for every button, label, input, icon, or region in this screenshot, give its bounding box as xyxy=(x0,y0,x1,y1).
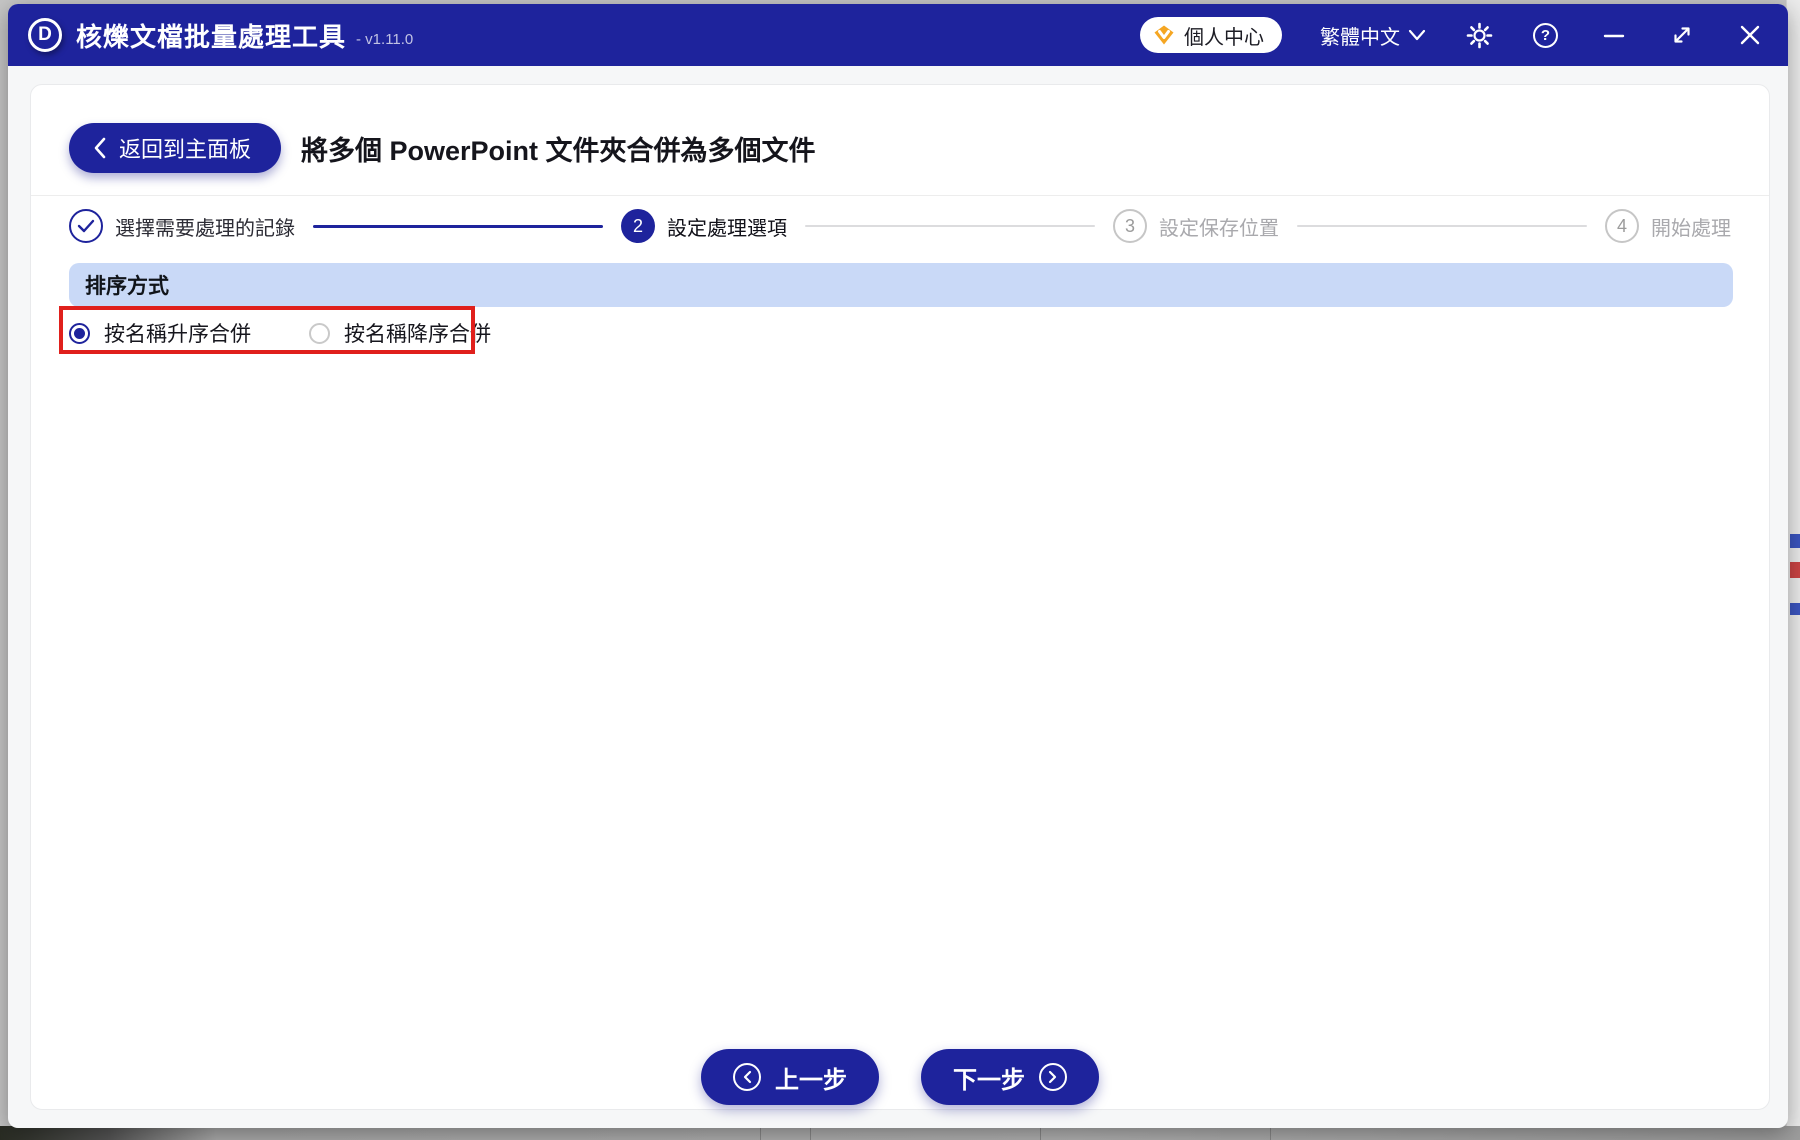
radio-selected-icon xyxy=(69,322,90,344)
step-number-badge: 4 xyxy=(1605,209,1639,243)
account-center-label: 個人中心 xyxy=(1184,26,1264,49)
account-center-button[interactable]: 個人中心 xyxy=(1140,17,1282,53)
step-number: 4 xyxy=(1616,215,1627,236)
sort-radio-group: 按名稱升序合併 按名稱降序合併 xyxy=(69,313,491,353)
desktop-icon-fragment xyxy=(1790,603,1800,615)
vip-gem-icon xyxy=(1154,25,1174,45)
app-logo: D xyxy=(28,18,62,52)
app-logo-letter: D xyxy=(38,24,52,45)
step-number: 2 xyxy=(632,215,643,236)
language-label: 繁體中文 xyxy=(1320,26,1400,49)
step-label: 開始處理 xyxy=(1651,217,1731,240)
step-number: 3 xyxy=(1124,215,1135,236)
sort-section-header: 排序方式 xyxy=(69,263,1733,307)
app-title: 核爍文檔批量處理工具 xyxy=(76,21,347,52)
close-button[interactable] xyxy=(1738,23,1762,47)
app-window: D 核爍文檔批量處理工具 - v1.11.0 個人中心 繁體中文 ? 返回到主面… xyxy=(8,4,1788,1128)
step-number-badge: 2 xyxy=(621,209,655,243)
step-set-options: 2 設定處理選項 xyxy=(621,209,787,243)
radio-merge-descending[interactable]: 按名稱降序合併 xyxy=(309,318,491,348)
step-start-processing: 4 開始處理 xyxy=(1605,209,1731,243)
circled-chevron-left-icon xyxy=(733,1063,761,1091)
maximize-button[interactable] xyxy=(1670,23,1694,47)
language-selector[interactable]: 繁體中文 xyxy=(1320,21,1426,50)
minimize-button[interactable] xyxy=(1602,23,1626,47)
previous-step-button[interactable]: 上一步 xyxy=(701,1049,879,1105)
titlebar: D 核爍文檔批量處理工具 - v1.11.0 個人中心 繁體中文 ? xyxy=(8,4,1788,66)
page-title: 將多個 PowerPoint 文件夾合併為多個文件 xyxy=(301,135,816,166)
desktop-background-bottom xyxy=(0,1126,1800,1140)
help-glyph: ? xyxy=(1540,26,1551,44)
taskbar-separator xyxy=(1040,1126,1041,1140)
desktop-icon-fragment xyxy=(1790,562,1800,578)
radio-label: 按名稱降序合併 xyxy=(344,323,491,346)
step-connector xyxy=(805,225,1095,227)
step-connector xyxy=(1297,225,1587,227)
gear-icon xyxy=(1466,22,1493,48)
app-version: - v1.11.0 xyxy=(356,30,414,48)
desktop-background-right xyxy=(1786,0,1800,1140)
step-number-badge: 3 xyxy=(1113,209,1147,243)
back-to-dashboard-button[interactable]: 返回到主面板 xyxy=(69,123,282,173)
taskbar-separator xyxy=(1270,1126,1271,1140)
wizard-stepper: 選擇需要處理的記錄 2 設定處理選項 3 設定保存位置 4 開始處理 xyxy=(69,206,1731,246)
circled-chevron-right-icon xyxy=(1039,1063,1067,1091)
desktop-icon-fragment xyxy=(1790,534,1800,548)
header-row: 返回到主面板 將多個 PowerPoint 文件夾合併為多個文件 xyxy=(69,123,816,173)
step-label: 設定保存位置 xyxy=(1159,217,1279,240)
step-check-icon xyxy=(69,209,103,243)
taskbar-separator xyxy=(760,1126,761,1140)
next-step-button[interactable]: 下一步 xyxy=(921,1049,1099,1105)
step-label: 設定處理選項 xyxy=(667,217,787,240)
radio-merge-ascending[interactable]: 按名稱升序合併 xyxy=(69,318,251,348)
minimize-icon xyxy=(1603,34,1625,38)
close-icon xyxy=(1740,25,1760,45)
help-button[interactable]: ? xyxy=(1533,22,1558,48)
chevron-down-icon xyxy=(1408,29,1426,41)
step-connector xyxy=(313,224,603,228)
previous-step-label: 上一步 xyxy=(775,1066,847,1094)
sort-section-title: 排序方式 xyxy=(85,275,169,298)
step-label: 選擇需要處理的記錄 xyxy=(115,217,295,240)
radio-label: 按名稱升序合併 xyxy=(104,323,251,346)
back-button-label: 返回到主面板 xyxy=(119,137,252,162)
chevron-left-icon xyxy=(94,137,106,159)
help-icon: ? xyxy=(1533,22,1558,48)
main-card: 返回到主面板 將多個 PowerPoint 文件夾合併為多個文件 選擇需要處理的… xyxy=(30,84,1770,1110)
taskbar-separator xyxy=(810,1126,811,1140)
step-select-records: 選擇需要處理的記錄 xyxy=(69,209,295,243)
settings-button[interactable] xyxy=(1466,22,1493,49)
step-set-save-location: 3 設定保存位置 xyxy=(1113,209,1279,243)
titlebar-actions: 個人中心 繁體中文 ? xyxy=(1140,17,1762,53)
radio-unselected-icon xyxy=(309,322,330,344)
maximize-icon xyxy=(1674,27,1690,43)
header-divider xyxy=(31,195,1769,196)
footer-actions: 上一步 下一步 xyxy=(31,1049,1769,1105)
next-step-label: 下一步 xyxy=(953,1066,1025,1094)
